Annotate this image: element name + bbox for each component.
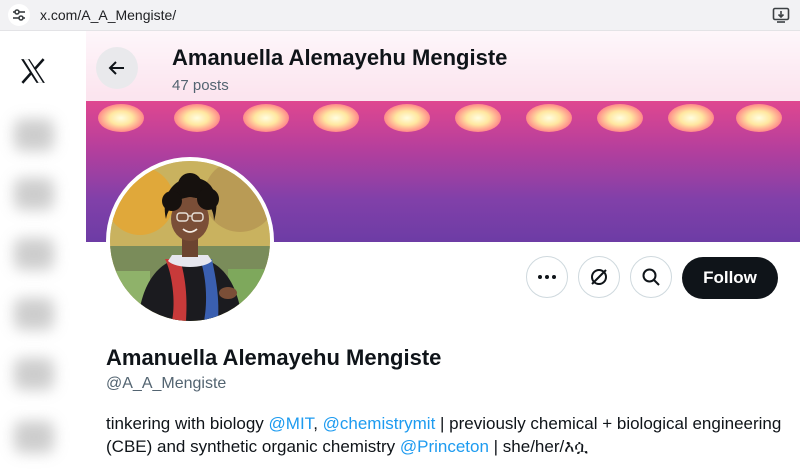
profile-header: Amanuella Alemayehu Mengiste 47 posts — [86, 31, 800, 101]
posts-count: 47 posts — [172, 77, 229, 94]
follow-button[interactable]: Follow — [682, 257, 778, 299]
install-app-icon[interactable] — [772, 6, 790, 24]
bio-text: | she/her/እሷ — [488, 437, 588, 456]
url-text[interactable]: x.com/A_A_Mengiste/ — [40, 7, 176, 23]
grok-icon — [591, 269, 607, 285]
avatar[interactable] — [106, 157, 274, 325]
more-options-button[interactable] — [526, 256, 568, 298]
profile-bio: tinkering with biology @MIT, @chemistrym… — [106, 412, 786, 458]
nav-item-blurred[interactable] — [14, 421, 54, 453]
x-logo-icon[interactable] — [18, 56, 48, 86]
grok-button[interactable] — [578, 256, 620, 298]
bio-mention-mit[interactable]: @MIT — [269, 414, 314, 433]
nav-item-blurred[interactable] — [14, 238, 54, 270]
more-icon — [538, 275, 556, 279]
nav-item-blurred[interactable] — [14, 358, 54, 390]
avatar-photo — [110, 161, 270, 321]
arrow-left-icon — [108, 61, 124, 75]
search-profile-button[interactable] — [630, 256, 672, 298]
search-icon — [642, 268, 660, 286]
bio-mention-princeton[interactable]: @Princeton — [400, 437, 489, 456]
nav-item-blurred[interactable] — [14, 298, 54, 330]
nav-item-blurred[interactable] — [14, 119, 54, 151]
browser-address-bar: x.com/A_A_Mengiste/ — [0, 0, 800, 31]
bio-mention-chemistrymit[interactable]: @chemistrymit — [323, 414, 436, 433]
site-info-button[interactable] — [8, 4, 30, 26]
profile-handle: @A_A_Mengiste — [106, 375, 227, 392]
profile-display-name: Amanuella Alemayehu Mengiste — [106, 345, 442, 370]
bio-text: , — [313, 414, 323, 433]
back-button[interactable] — [96, 47, 138, 89]
left-navigation — [0, 31, 86, 475]
nav-item-blurred[interactable] — [14, 178, 54, 210]
bio-text: tinkering with biology — [106, 414, 269, 433]
tune-icon — [13, 9, 25, 21]
header-display-name: Amanuella Alemayehu Mengiste — [172, 45, 508, 70]
